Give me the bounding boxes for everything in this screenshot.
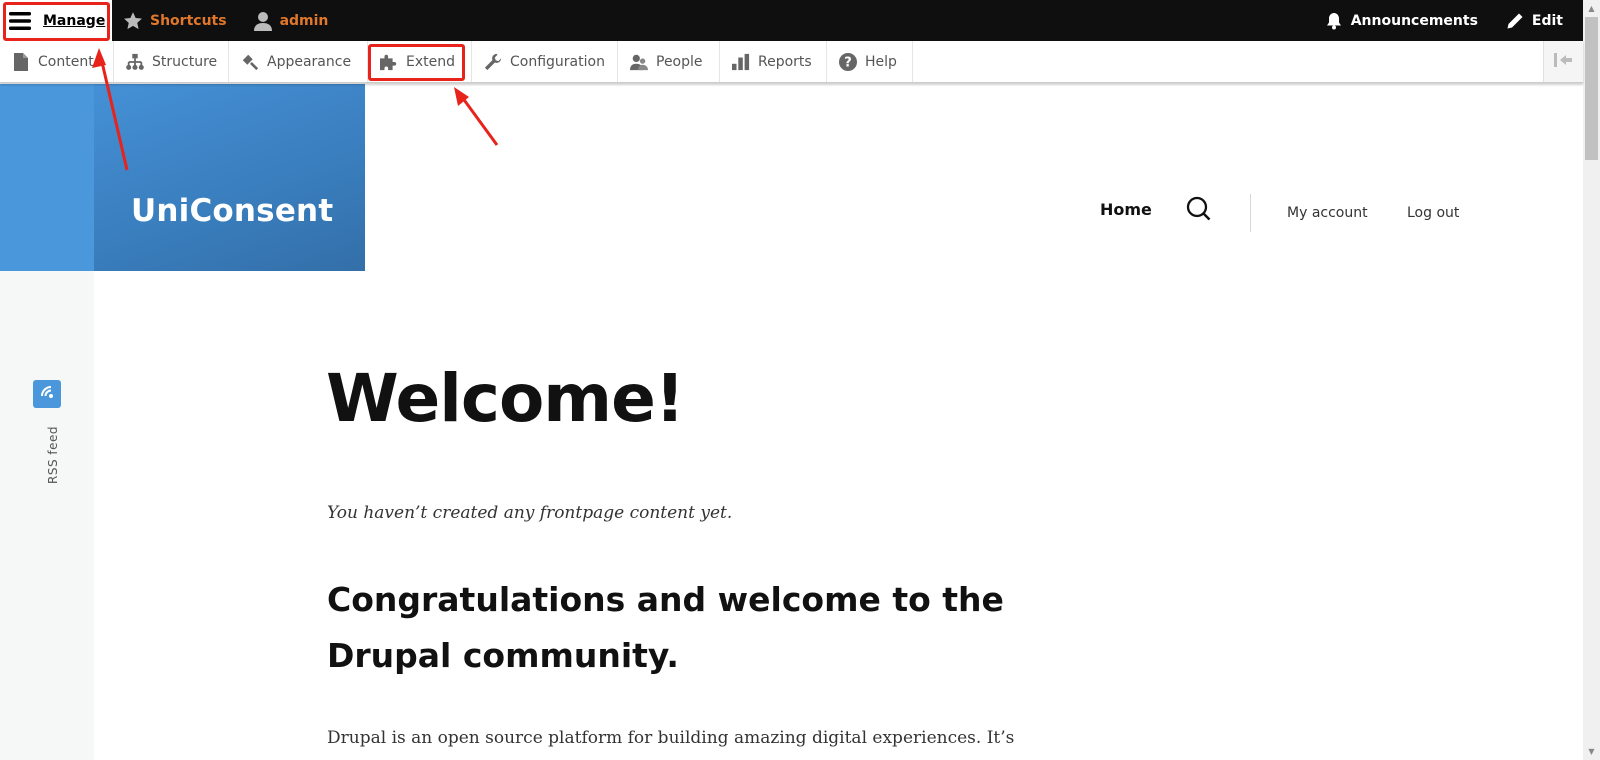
help-icon: ?: [839, 52, 857, 71]
tray-item-reports[interactable]: Reports: [720, 41, 827, 82]
collapse-orientation-icon: [1553, 52, 1574, 71]
my-account-link[interactable]: My account: [1287, 205, 1368, 221]
page-title: Welcome!: [326, 360, 685, 437]
tray-item-people[interactable]: People: [618, 41, 720, 82]
puzzle-icon: [380, 53, 398, 71]
intro-paragraph: Drupal is an open source platform for bu…: [327, 728, 1015, 748]
nav-divider: [1250, 194, 1251, 232]
tray-item-label: Help: [865, 53, 897, 70]
people-icon: [630, 53, 648, 71]
user-label: admin: [279, 12, 329, 29]
rss-icon: [39, 384, 55, 404]
rss-feed-label: RSS feed: [46, 426, 60, 484]
main-navigation: Home: [1100, 196, 1212, 222]
site-name-link[interactable]: UniConsent: [131, 193, 333, 229]
bell-icon: [1323, 10, 1345, 32]
paintbrush-icon: [241, 53, 259, 71]
header-left-band: [0, 84, 94, 271]
svg-text:?: ?: [844, 55, 852, 70]
pencil-icon: [1504, 10, 1526, 32]
edit-label: Edit: [1531, 12, 1563, 29]
page-scrollbar[interactable]: ▲ ▼: [1583, 0, 1600, 760]
announcements-label: Announcements: [1350, 12, 1478, 29]
announcements-button[interactable]: Announcements: [1310, 0, 1491, 41]
tray-item-appearance[interactable]: Appearance: [229, 41, 368, 82]
empty-frontpage-message: You haven’t created any frontpage conten…: [327, 503, 733, 523]
manage-label: Manage: [43, 12, 106, 29]
tray-item-structure[interactable]: Structure: [114, 41, 229, 82]
sitemap-icon: [126, 53, 144, 71]
log-out-link[interactable]: Log out: [1407, 205, 1459, 221]
admin-toolbar: Manage Shortcuts admin Announcements Edi…: [0, 0, 1583, 41]
manage-button[interactable]: Manage: [0, 0, 112, 41]
toolbar-orientation-toggle[interactable]: [1543, 41, 1583, 82]
tray-item-configuration[interactable]: Configuration: [472, 41, 618, 82]
tray-item-label: Content: [38, 53, 94, 70]
user-icon: [252, 10, 274, 32]
edit-button[interactable]: Edit: [1491, 0, 1583, 41]
annotation-arrow-extend: [454, 87, 499, 146]
tray-item-label: Reports: [758, 53, 812, 70]
wrench-icon: [484, 53, 502, 71]
search-icon[interactable]: [1186, 196, 1212, 222]
hamburger-icon: [9, 10, 31, 32]
star-icon: [122, 10, 144, 32]
tray-item-label: Structure: [152, 53, 218, 70]
welcome-heading: Congratulations and welcome to the Drupa…: [327, 580, 1004, 675]
tray-item-content[interactable]: Content: [0, 41, 114, 82]
tray-item-extend[interactable]: Extend: [368, 41, 472, 82]
tray-item-label: Configuration: [510, 53, 605, 70]
rss-feed-button[interactable]: [33, 380, 61, 408]
shortcuts-button[interactable]: Shortcuts: [112, 0, 240, 41]
scrollbar-thumb[interactable]: [1585, 17, 1598, 160]
tray-item-help[interactable]: ? Help: [827, 41, 913, 82]
tray-item-label: Appearance: [267, 53, 352, 70]
scroll-up-arrow-icon[interactable]: ▲: [1583, 0, 1600, 17]
nav-home-link[interactable]: Home: [1100, 200, 1152, 219]
toolbar-right: Announcements Edit: [1310, 0, 1583, 41]
tray-item-label: People: [656, 53, 703, 70]
bar-chart-icon: [732, 53, 750, 71]
user-button[interactable]: admin: [240, 0, 342, 41]
site-branding: [94, 84, 365, 271]
scroll-down-arrow-icon[interactable]: ▼: [1583, 743, 1600, 760]
shortcuts-label: Shortcuts: [150, 12, 227, 29]
tray-item-label: Extend: [406, 53, 455, 70]
admin-tray: Content Structure Appearance Extend Conf…: [0, 41, 1583, 83]
file-icon: [12, 52, 30, 71]
